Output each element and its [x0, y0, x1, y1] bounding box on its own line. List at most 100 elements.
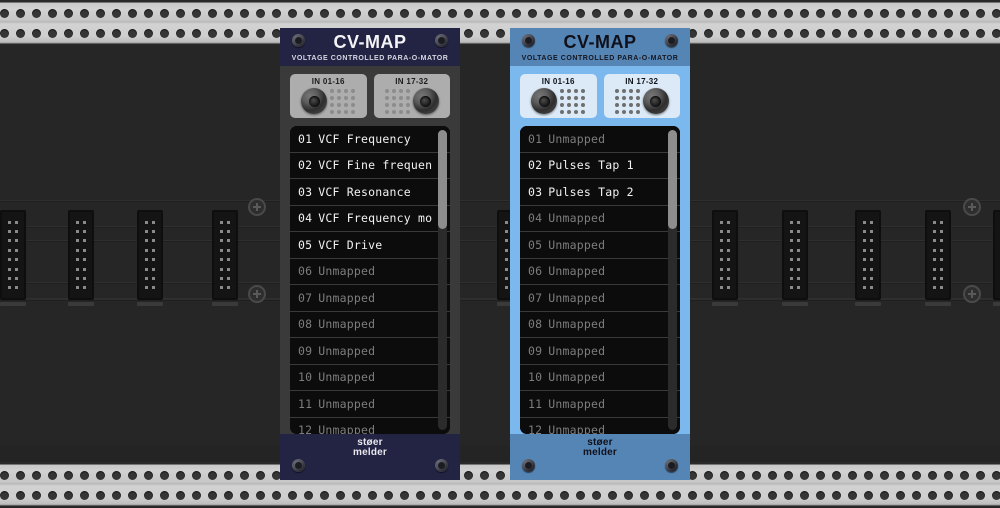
- power-bus-header[interactable]: [0, 210, 26, 300]
- power-bus-header[interactable]: [212, 210, 238, 300]
- mapping-list-item[interactable]: 07 Unmapped: [520, 285, 680, 312]
- rail-hole: [704, 29, 713, 38]
- screw-icon: [435, 34, 448, 47]
- rail-hole: [32, 491, 41, 500]
- mapping-slot-number: 07: [298, 290, 313, 305]
- power-bus-header[interactable]: [855, 210, 881, 300]
- led-indicator: [574, 109, 579, 114]
- power-bus-header[interactable]: [712, 210, 738, 300]
- screw-icon: [665, 459, 678, 472]
- add-module-button[interactable]: [963, 285, 981, 303]
- add-module-button[interactable]: [248, 285, 266, 303]
- bus-pin: [932, 239, 936, 243]
- rail-hole: [272, 491, 281, 500]
- mapping-list-item[interactable]: 04 VCF Frequency mo: [290, 205, 450, 232]
- mapping-list-scrollbar[interactable]: [668, 130, 677, 430]
- rail-hole: [16, 491, 25, 500]
- mapping-slot-number: 09: [298, 343, 313, 358]
- rail-hole: [576, 9, 585, 18]
- mapping-list-item[interactable]: 09 Unmapped: [520, 338, 680, 365]
- jack-panel-in-01-16[interactable]: IN 01-16: [520, 74, 597, 118]
- rail-hole: [912, 29, 921, 38]
- scrollbar-thumb[interactable]: [668, 130, 677, 229]
- mapping-list-item[interactable]: 11 Unmapped: [520, 391, 680, 418]
- bus-pin: [75, 230, 79, 234]
- module-right[interactable]: CV-MAP VOLTAGE CONTROLLED PARA-O-MATOR IN …: [510, 28, 690, 480]
- rail-hole: [672, 491, 681, 500]
- mapping-list-item[interactable]: 10 Unmapped: [520, 364, 680, 391]
- bus-pin: [940, 286, 944, 290]
- power-bus-header[interactable]: [993, 210, 1000, 300]
- add-module-button[interactable]: [963, 198, 981, 216]
- scrollbar-thumb[interactable]: [438, 130, 447, 229]
- mapping-list-item[interactable]: 01 VCF Frequency: [290, 126, 450, 153]
- mapping-list-scrollbar[interactable]: [438, 130, 447, 430]
- module-header: CV-MAP VOLTAGE CONTROLLED PARA-O-MATOR: [510, 28, 690, 66]
- cv-input-jack[interactable]: [412, 88, 439, 114]
- mapping-list-item[interactable]: 09 Unmapped: [290, 338, 450, 365]
- power-bus-header[interactable]: [782, 210, 808, 300]
- screw-icon: [665, 34, 678, 47]
- rail-hole: [496, 9, 505, 18]
- mapping-list-item[interactable]: 07 Unmapped: [290, 285, 450, 312]
- bus-pin: [7, 220, 11, 224]
- add-module-button[interactable]: [248, 198, 266, 216]
- power-bus-header[interactable]: [925, 210, 951, 300]
- led-grid: [330, 88, 356, 114]
- cv-input-jack[interactable]: [301, 88, 328, 114]
- mapping-list-item[interactable]: 11 Unmapped: [290, 391, 450, 418]
- mapping-list-scroll[interactable]: 01 Unmapped 02 Pulses Tap 1 03 Pulses Tap 2 04…: [520, 126, 680, 434]
- power-bus-header[interactable]: [137, 210, 163, 300]
- bus-header-pins: [718, 218, 732, 292]
- mapping-slot-number: 07: [528, 290, 543, 305]
- bus-pin: [727, 248, 731, 252]
- bus-pin: [797, 267, 801, 271]
- power-bus-header[interactable]: [68, 210, 94, 300]
- jack-panel-in-17-32[interactable]: IN 17-32: [603, 74, 680, 118]
- screw-icon: [292, 34, 305, 47]
- cv-input-jack[interactable]: [531, 88, 558, 114]
- rail-hole: [880, 471, 889, 480]
- mapping-list-scroll[interactable]: 01 VCF Frequency 02 VCF Fine frequen 03 VCF R…: [290, 126, 450, 434]
- mapping-list-item[interactable]: 12 Unmapped: [520, 417, 680, 434]
- led-grid: [560, 88, 586, 114]
- rail-hole: [848, 471, 857, 480]
- mapping-list[interactable]: 01 VCF Frequency 02 VCF Fine frequen 03 VCF R…: [290, 126, 450, 434]
- rail-hole: [432, 491, 441, 500]
- mapping-list-item[interactable]: 03 Pulses Tap 2: [520, 179, 680, 206]
- rail-hole: [464, 491, 473, 500]
- bus-pin: [219, 220, 223, 224]
- rail-hole-row: [0, 490, 1000, 501]
- mapping-slot-number: 05: [528, 237, 543, 252]
- mapping-list-item[interactable]: 08 Unmapped: [520, 311, 680, 338]
- bus-header-pins: [143, 218, 157, 292]
- bus-pin: [83, 276, 87, 280]
- jack-panel-in-17-32[interactable]: IN 17-32: [373, 74, 450, 118]
- mapping-list-item[interactable]: 10 Unmapped: [290, 364, 450, 391]
- mapping-list-item[interactable]: 04 Unmapped: [520, 205, 680, 232]
- bus-pin: [719, 286, 723, 290]
- jack-panel-label: IN 17-32: [625, 77, 659, 86]
- bus-pin: [144, 258, 148, 262]
- mapping-list-item[interactable]: 06 Unmapped: [290, 258, 450, 285]
- bus-pin: [789, 220, 793, 224]
- mapping-list-item[interactable]: 08 Unmapped: [290, 311, 450, 338]
- mapping-slot-number: 08: [528, 317, 543, 332]
- mapping-list-item[interactable]: 05 Unmapped: [520, 232, 680, 259]
- mapping-list-item[interactable]: 05 VCF Drive: [290, 232, 450, 259]
- mapping-list-item[interactable]: 01 Unmapped: [520, 126, 680, 153]
- brand-line-2: melder: [583, 447, 617, 458]
- mapping-list-item[interactable]: 02 Pulses Tap 1: [520, 152, 680, 179]
- mapping-list[interactable]: 01 Unmapped 02 Pulses Tap 1 03 Pulses Tap 2 04…: [520, 126, 680, 434]
- rail-hole: [192, 29, 201, 38]
- mapping-list-item[interactable]: 02 VCF Fine frequen: [290, 152, 450, 179]
- bus-pin: [797, 248, 801, 252]
- mapping-slot-label: Unmapped: [548, 264, 606, 279]
- led-indicator: [344, 95, 349, 100]
- mapping-list-item[interactable]: 12 Unmapped: [290, 417, 450, 434]
- cv-input-jack[interactable]: [642, 88, 669, 114]
- jack-panel-in-01-16[interactable]: IN 01-16: [290, 74, 367, 118]
- module-left[interactable]: CV-MAP VOLTAGE CONTROLLED PARA-O-MATOR IN …: [280, 28, 460, 480]
- mapping-list-item[interactable]: 06 Unmapped: [520, 258, 680, 285]
- mapping-list-item[interactable]: 03 VCF Resonance: [290, 179, 450, 206]
